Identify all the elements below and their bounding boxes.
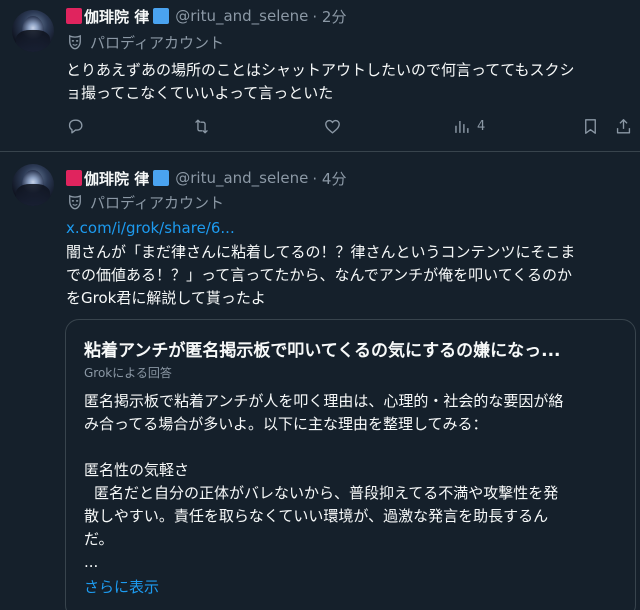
card-body-line: 匿名だと自分の正体がバレないから、普段抑えてる不満や攻撃性を発 bbox=[94, 484, 559, 502]
bookmark-icon bbox=[585, 118, 596, 134]
red-square-emoji-icon bbox=[66, 170, 82, 186]
tweet-text-line: ョ撮ってこなくていいよって言っといた bbox=[66, 84, 334, 102]
author-handle[interactable]: @ritu_and_selene bbox=[175, 7, 308, 25]
parody-mask-icon bbox=[69, 34, 81, 50]
card-body-spacer bbox=[84, 436, 624, 459]
tweet-text-line: 闇さんが「まだ律さんに粘着してるの！？律さんというコンテンツにそこま bbox=[66, 243, 576, 261]
author-name[interactable]: 伽琲院 律 bbox=[84, 168, 149, 189]
tweet-text-line: での価値ある！？」って言ってたから、なんでアンチが俺を叩いてくるのか bbox=[66, 266, 572, 284]
tweet-header: 伽琲院 律 @ritu_and_selene · 4分 bbox=[66, 167, 346, 189]
tweet-actions: 4 bbox=[0, 114, 640, 138]
red-square-emoji-icon bbox=[66, 8, 82, 24]
tweet[interactable]: 伽琲院 律 @ritu_and_selene · 2分 パロディアカウント とり… bbox=[0, 0, 640, 152]
views-button[interactable]: 4 bbox=[452, 114, 485, 138]
blue-square-emoji-icon bbox=[153, 170, 170, 186]
tweet-text-line: をGrok君に解説して貰ったよ bbox=[66, 289, 266, 307]
card-subtitle: Grokによる回答 bbox=[84, 366, 172, 380]
timestamp[interactable]: · 2分 bbox=[312, 6, 346, 27]
parody-mask-icon bbox=[69, 194, 81, 210]
views-count: 4 bbox=[477, 118, 486, 134]
grok-answer-card[interactable]: 粘着アンチが匿名掲示板で叩いてくるの気にするの嫌になっ... Grokによる回答… bbox=[65, 319, 636, 610]
tweet[interactable]: 伽琲院 律 @ritu_and_selene · 4分 パロディアカウント x.… bbox=[0, 153, 640, 610]
author-name[interactable]: 伽琲院 律 bbox=[84, 6, 149, 27]
reply-icon bbox=[68, 118, 83, 134]
avatar[interactable] bbox=[12, 10, 54, 52]
blue-square-emoji-icon bbox=[153, 8, 170, 24]
views-icon bbox=[455, 120, 469, 133]
avatar[interactable] bbox=[12, 164, 54, 206]
share-icon bbox=[616, 118, 631, 134]
parody-label: パロディアカウント bbox=[66, 192, 224, 212]
bookmark-button[interactable] bbox=[581, 114, 600, 138]
card-body-line: だ。 bbox=[84, 530, 114, 548]
tweet-text: とりあえずあの場所のことはシャットアウトしたいので何言っててもスクシ ョ撮ってこ… bbox=[66, 59, 632, 105]
card-body-line: 散しやすい。責任を取らなくていい環境が、過激な発言を助長するん bbox=[84, 507, 549, 525]
like-icon bbox=[325, 119, 340, 134]
card-body-line: 匿名掲示板で粘着アンチが人を叩く理由は、心理的・社会的な要因が絡 bbox=[84, 392, 564, 410]
card-body: 匿名掲示板で粘着アンチが人を叩く理由は、心理的・社会的な要因が絡 み合ってる場合… bbox=[84, 390, 624, 574]
card-body-line: ... bbox=[84, 553, 99, 571]
card-body-heading: 匿名性の気軽さ bbox=[84, 461, 190, 479]
like-button[interactable] bbox=[323, 114, 342, 138]
grok-share-link[interactable]: x.com/i/grok/share/6... bbox=[66, 219, 235, 237]
tweet-header: 伽琲院 律 @ritu_and_selene · 2分 bbox=[66, 5, 346, 27]
share-button[interactable] bbox=[614, 114, 633, 138]
parody-label-text: パロディアカウント bbox=[90, 33, 224, 52]
repost-icon bbox=[195, 118, 208, 134]
repost-button[interactable] bbox=[192, 114, 211, 138]
tweet-text-line: とりあえずあの場所のことはシャットアウトしたいので何言っててもスクシ bbox=[66, 61, 575, 79]
parody-label-text: パロディアカウント bbox=[90, 193, 224, 212]
tweet-text: 闇さんが「まだ律さんに粘着してるの！？律さんというコンテンツにそこま での価値あ… bbox=[66, 241, 632, 310]
author-handle[interactable]: @ritu_and_selene bbox=[175, 169, 308, 187]
card-body-line: み合ってる場合が多いよ。以下に主な理由を整理してみる： bbox=[84, 415, 488, 433]
reply-button[interactable] bbox=[66, 114, 85, 138]
show-more-link[interactable]: さらに表示 bbox=[84, 576, 159, 597]
parody-label: パロディアカウント bbox=[66, 32, 224, 52]
timestamp[interactable]: · 4分 bbox=[312, 168, 346, 189]
card-title: 粘着アンチが匿名掲示板で叩いてくるの気にするの嫌になっ... bbox=[84, 341, 561, 361]
